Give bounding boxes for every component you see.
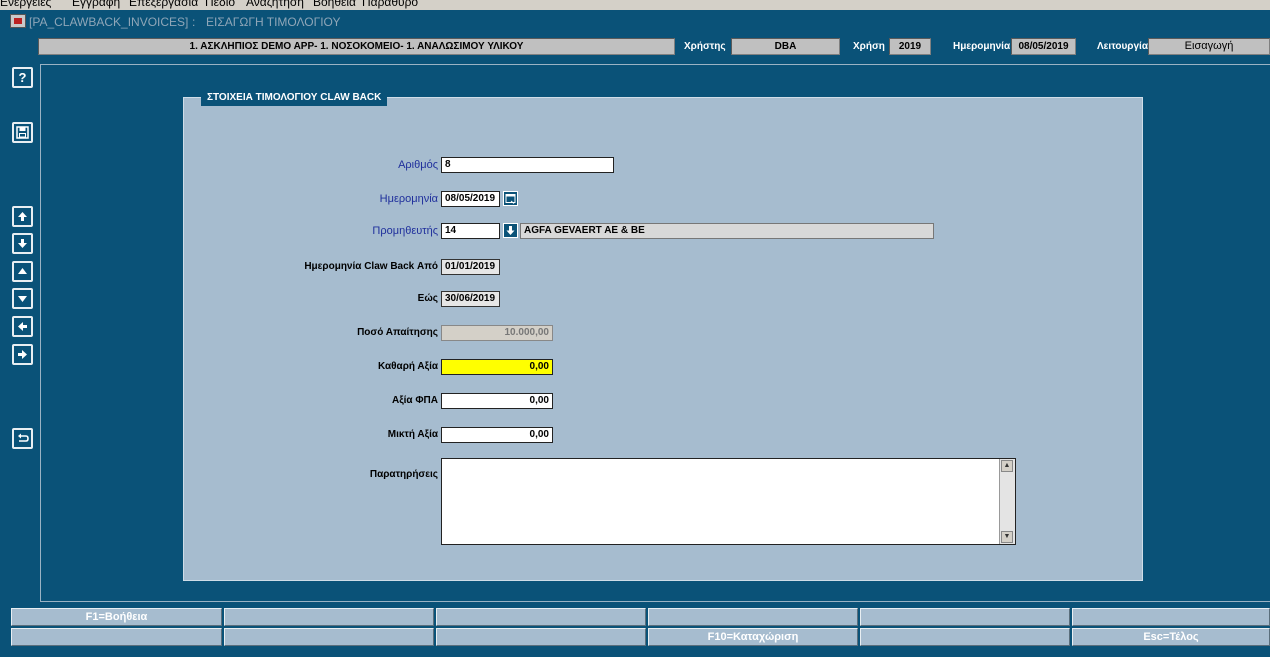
function-key-blank[interactable] <box>224 628 434 646</box>
vat-value-label: Αξία ΦΠΑ <box>391 395 438 406</box>
gross-value-label: Μικτή Αξία <box>387 429 438 440</box>
claw-back-to-input[interactable]: 30/06/2019 <box>441 291 500 307</box>
triangle-down-icon <box>18 296 27 302</box>
function-key-blank[interactable] <box>860 608 1070 626</box>
function-key-blank[interactable] <box>436 608 646 626</box>
function-key-blank[interactable] <box>436 628 646 646</box>
date-field-label: Ημερομηνία <box>379 193 438 205</box>
claim-amount-label: Ποσό Απαίτησης <box>357 327 438 338</box>
notes-scrollbar[interactable]: ▲ ▼ <box>999 459 1015 544</box>
first-record-button[interactable] <box>12 261 33 282</box>
net-value-input[interactable]: 0,00 <box>441 359 553 375</box>
panel-title: ΣΤΟΙΧΕΙΑ ΤΙΜΟΛΟΓΙΟΥ CLAW BACK <box>201 89 388 106</box>
menu-help[interactable]: Βοήθεια <box>313 0 356 9</box>
window-title-bar: [PA_CLAWBACK_INVOICES] : ΕΙΣΑΓΩΓΗ ΤΙΜΟΛΟ… <box>0 10 1270 33</box>
undo-icon <box>17 433 29 442</box>
f10-commit-key[interactable]: F10=Καταχώριση <box>648 628 858 646</box>
number-label: Αριθμός <box>398 159 438 171</box>
save-icon <box>16 126 29 139</box>
net-value-label: Καθαρή Αξία <box>378 361 438 372</box>
mode-display: Εισαγωγή <box>1148 38 1270 55</box>
supplier-name-display: AGFA GEVAERT AE & BE <box>520 223 934 239</box>
function-key-blank[interactable] <box>1072 608 1270 626</box>
date-label: Ημερομηνία <box>953 41 1011 52</box>
date-display: 08/05/2019 <box>1011 38 1076 55</box>
claim-amount-display: 10.000,00 <box>441 325 553 341</box>
menu-record[interactable]: Εγγραφή <box>72 0 120 9</box>
menu-edit[interactable]: Επεξεργασία <box>129 0 198 9</box>
claw-back-from-input[interactable]: 01/01/2019 <box>441 259 500 275</box>
window-module: [PA_CLAWBACK_INVOICES] <box>29 15 189 29</box>
triangle-up-icon <box>18 268 27 274</box>
function-key-blank[interactable] <box>224 608 434 626</box>
calendar-icon <box>505 194 516 204</box>
supplier-code-input[interactable]: 14 <box>441 223 500 239</box>
lookup-arrow-icon <box>506 226 515 235</box>
app-window-icon <box>10 14 26 28</box>
scroll-up-arrow-icon[interactable]: ▲ <box>1001 460 1013 472</box>
notes-textarea[interactable]: ▲ ▼ <box>441 458 1016 545</box>
menu-window[interactable]: Παράθυρο <box>362 0 418 9</box>
menu-actions[interactable]: Ενέργειες <box>0 0 51 9</box>
f1-help-key[interactable]: F1=Βοήθεια <box>11 608 222 626</box>
function-key-blank[interactable] <box>860 628 1070 646</box>
mode-label: Λειτουργία <box>1097 41 1148 52</box>
menu-search[interactable]: Αναζήτηση <box>246 0 304 9</box>
gross-value-input[interactable]: 0,00 <box>441 427 553 443</box>
supplier-lookup-button[interactable] <box>503 223 518 238</box>
undo-button[interactable] <box>12 428 33 449</box>
arrow-up-icon <box>18 212 27 221</box>
menu-field[interactable]: Πεδίο <box>205 0 235 9</box>
claw-back-from-label: Ημερομηνία Claw Back Από <box>304 261 438 272</box>
previous-button[interactable] <box>12 316 33 337</box>
supplier-label: Προμηθευτής <box>372 225 438 237</box>
vat-value-input[interactable]: 0,00 <box>441 393 553 409</box>
scroll-up-button[interactable] <box>12 206 33 227</box>
app-context-display: 1. ΑΣΚΛΗΠΙΟΣ DEMO APP- 1. ΝΟΣΟΚΟΜΕΙΟ- 1.… <box>38 38 675 55</box>
date-input[interactable]: 08/05/2019 <box>441 191 500 207</box>
function-key-blank[interactable] <box>11 628 222 646</box>
menu-bar: Ενέργειες Εγγραφή Επεξεργασία Πεδίο Αναζ… <box>0 0 1270 10</box>
help-button[interactable]: ? <box>12 67 33 88</box>
calendar-button[interactable] <box>503 191 518 206</box>
arrow-right-icon <box>18 350 27 359</box>
year-label: Χρήση <box>853 41 885 52</box>
year-display: 2019 <box>889 38 931 55</box>
arrow-left-icon <box>18 322 27 331</box>
number-input[interactable]: 8 <box>441 157 614 173</box>
save-button[interactable] <box>12 122 33 143</box>
window-separator: : <box>192 15 196 29</box>
last-record-button[interactable] <box>12 288 33 309</box>
function-key-blank[interactable] <box>648 608 858 626</box>
notes-label: Παρατηρήσεις <box>369 469 438 480</box>
scroll-down-arrow-icon[interactable]: ▼ <box>1001 531 1013 543</box>
claw-back-to-label: Εώς <box>417 293 438 304</box>
window-title: ΕΙΣΑΓΩΓΗ ΤΙΜΟΛΟΓΙΟΥ <box>206 15 341 29</box>
user-label: Χρήστης <box>684 41 726 52</box>
user-display: DBA <box>731 38 840 55</box>
scroll-down-button[interactable] <box>12 233 33 254</box>
esc-exit-key[interactable]: Esc=Τέλος <box>1072 628 1270 646</box>
next-button[interactable] <box>12 344 33 365</box>
arrow-down-icon <box>18 239 27 248</box>
